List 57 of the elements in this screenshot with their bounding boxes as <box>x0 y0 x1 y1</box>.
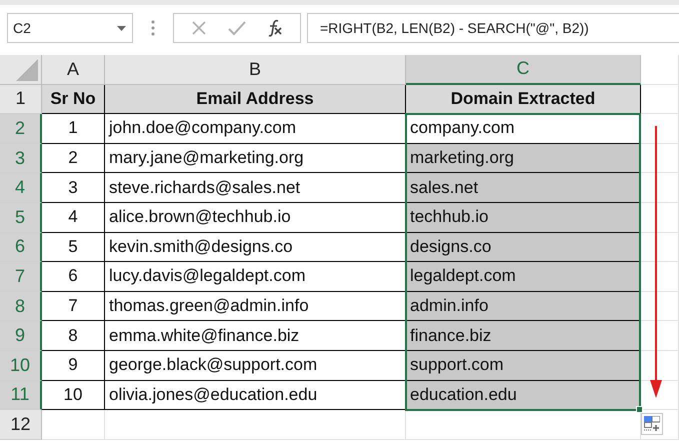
table-cell: designs.co <box>406 232 641 262</box>
table-cell: 8 <box>42 321 105 351</box>
empty-cell <box>641 114 679 144</box>
table-cell: emma.white@finance.biz <box>105 321 406 351</box>
row-header[interactable]: 1 <box>0 84 42 114</box>
check-icon <box>228 20 246 36</box>
row-header[interactable]: 4 <box>0 173 42 203</box>
table-cell: mary.jane@marketing.org <box>105 144 406 174</box>
paste-options-icon[interactable] <box>641 413 663 436</box>
name-box[interactable]: C2 <box>7 13 133 43</box>
table-cell: kevin.smith@designs.co <box>105 232 406 262</box>
row-header[interactable]: 7 <box>0 262 42 292</box>
table-cell: admin.info <box>406 292 641 322</box>
table-cell: john.doe@company.com <box>105 114 406 144</box>
table-cell: techhub.io <box>406 202 641 233</box>
row-header[interactable]: 3 <box>0 144 42 174</box>
table-cell: legaldept.com <box>406 262 641 292</box>
column-heading: Email Address <box>105 84 406 114</box>
table-cell: sales.net <box>406 173 641 203</box>
row-header[interactable]: 10 <box>0 350 42 381</box>
table-cell: steve.richards@sales.net <box>105 173 406 203</box>
row-header[interactable]: 8 <box>0 292 42 322</box>
table-cell: lucy.davis@legaldept.com <box>105 262 406 292</box>
table-cell: 7 <box>42 292 105 322</box>
table-cell: finance.biz <box>406 321 641 351</box>
row-header[interactable]: 5 <box>0 202 42 233</box>
table-cell: marketing.org <box>406 144 641 174</box>
row-header[interactable]: 11 <box>0 380 42 410</box>
table-cell: alice.brown@techhub.io <box>105 202 406 233</box>
fill-handle[interactable] <box>636 406 643 414</box>
column-heading: Domain Extracted <box>406 84 641 114</box>
table-cell: 2 <box>42 144 105 174</box>
table-cell: thomas.green@admin.info <box>105 292 406 322</box>
row-header[interactable]: 12 <box>0 410 42 440</box>
table-cell: 3 <box>42 173 105 203</box>
table-cell: olivia.jones@education.edu <box>105 380 406 410</box>
x-icon <box>191 20 207 36</box>
table-cell: 9 <box>42 350 105 381</box>
row-header[interactable]: 2 <box>0 114 42 144</box>
table-cell: 6 <box>42 262 105 292</box>
table-cell: 5 <box>42 232 105 262</box>
formula-bar[interactable]: =RIGHT(B2, LEN(B2) - SEARCH("@", B2)) <box>307 13 679 43</box>
function-icon <box>266 19 284 37</box>
drag-handle-icon[interactable] <box>151 20 155 36</box>
column-header[interactable]: B <box>105 55 406 85</box>
row-header[interactable]: 9 <box>0 321 42 351</box>
table-cell: education.edu <box>406 380 641 410</box>
column-header[interactable]: A <box>42 55 105 85</box>
table-cell: 1 <box>42 114 105 144</box>
column-heading: Sr No <box>42 84 105 114</box>
column-header[interactable]: C <box>406 55 641 85</box>
table-cell: support.com <box>406 350 641 381</box>
dropdown-caret-icon[interactable] <box>117 26 126 30</box>
table-cell: george.black@support.com <box>105 350 406 381</box>
table-cell: 4 <box>42 202 105 233</box>
table-cell: 10 <box>42 380 105 410</box>
row-header[interactable]: 6 <box>0 232 42 262</box>
